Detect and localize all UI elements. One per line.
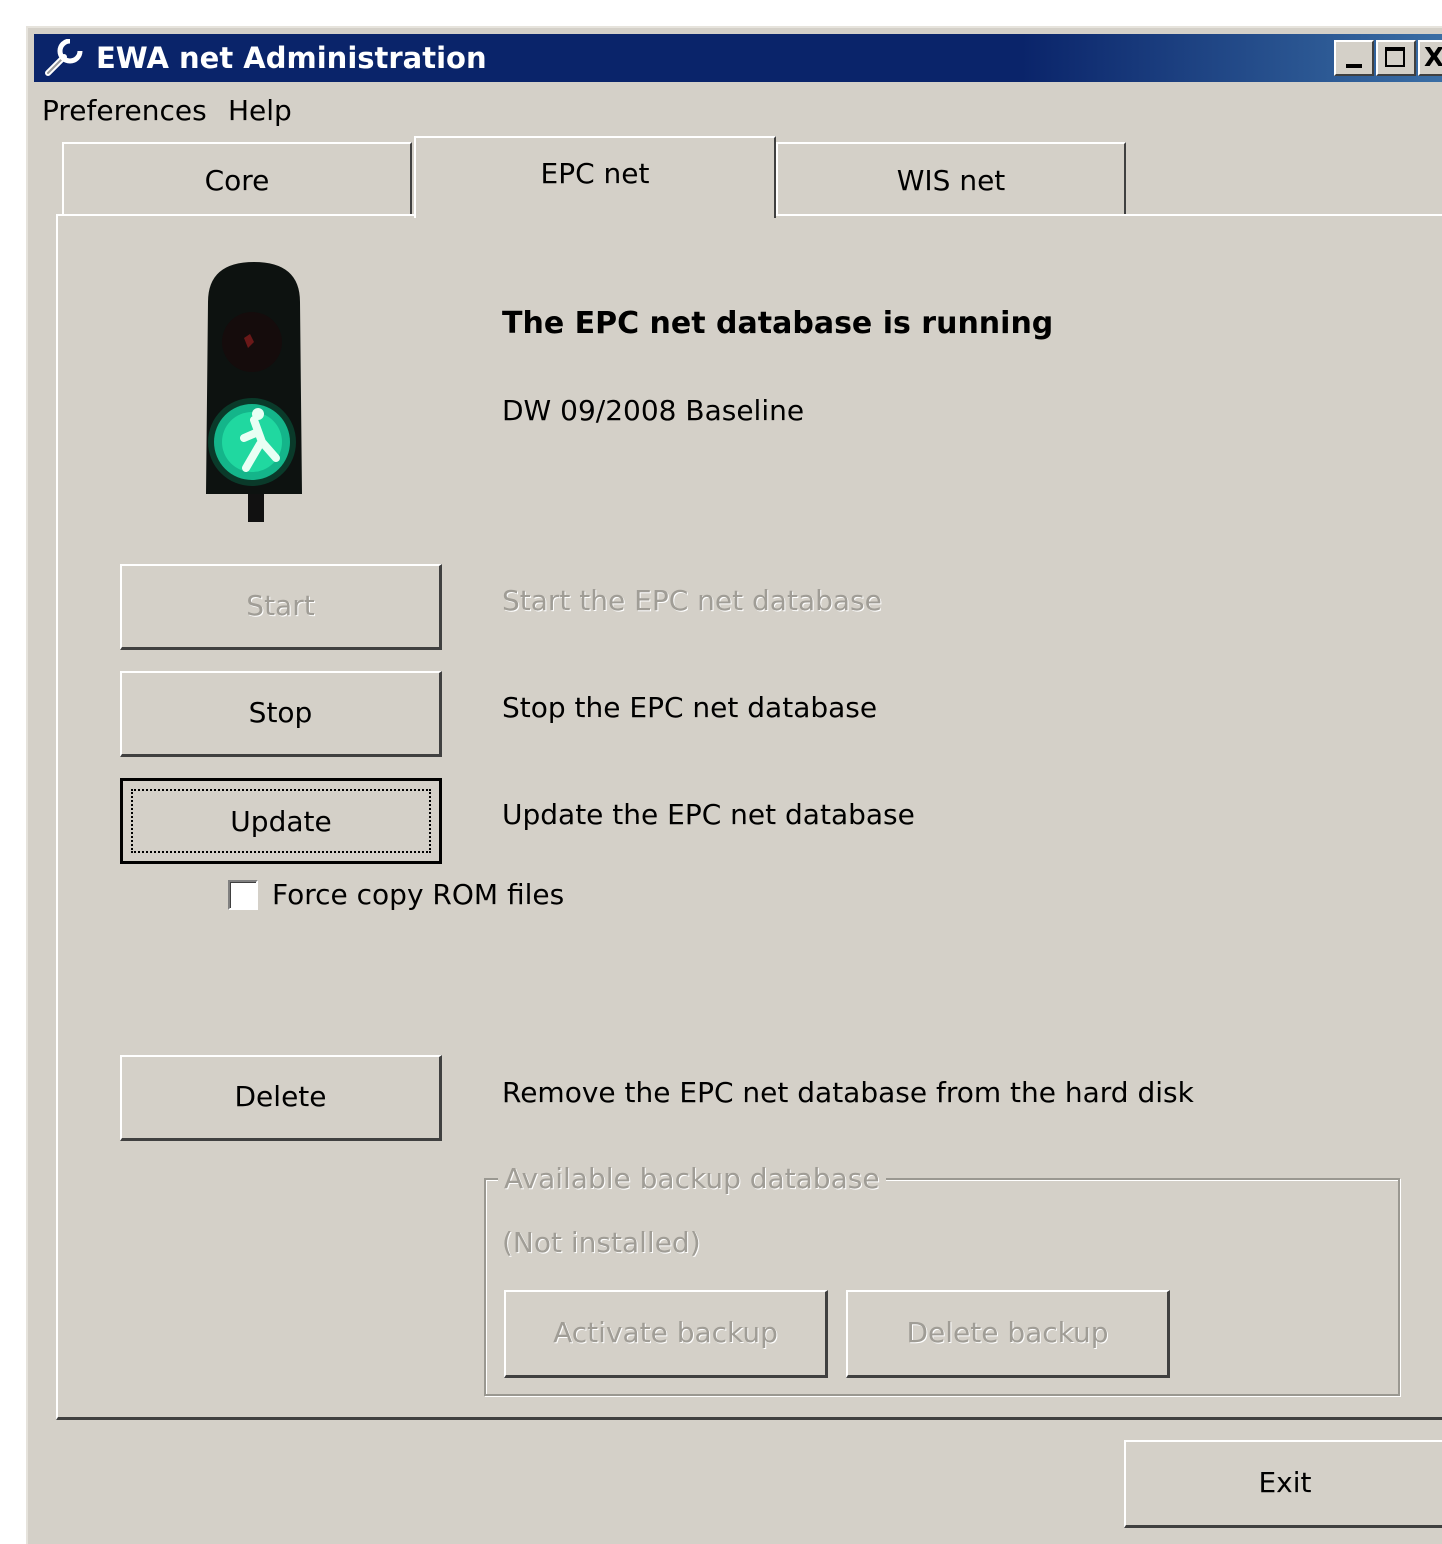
title-bar[interactable]: EWA net Administration X [34, 34, 1442, 82]
maximize-icon [1385, 47, 1405, 67]
minimize-icon [1346, 64, 1362, 68]
window-title: EWA net Administration [96, 41, 487, 75]
menu-bar: Preferences Help [28, 90, 1442, 134]
close-icon: X [1424, 43, 1442, 73]
tab-panel-epc-net [56, 214, 1442, 1420]
tab-core[interactable]: Core [62, 142, 412, 216]
maximize-button[interactable] [1376, 40, 1416, 76]
tab-epc-net[interactable]: EPC net [414, 136, 776, 218]
menu-preferences[interactable]: Preferences [42, 94, 207, 127]
exit-button[interactable]: Exit [1124, 1440, 1442, 1528]
wrench-icon [45, 39, 84, 76]
menu-help[interactable]: Help [228, 94, 292, 127]
close-button[interactable]: X [1418, 40, 1442, 76]
minimize-button[interactable] [1334, 40, 1374, 76]
app-window: EWA net Administration X Preferences Hel… [26, 26, 1442, 1544]
tab-wis-net[interactable]: WIS net [776, 142, 1126, 216]
